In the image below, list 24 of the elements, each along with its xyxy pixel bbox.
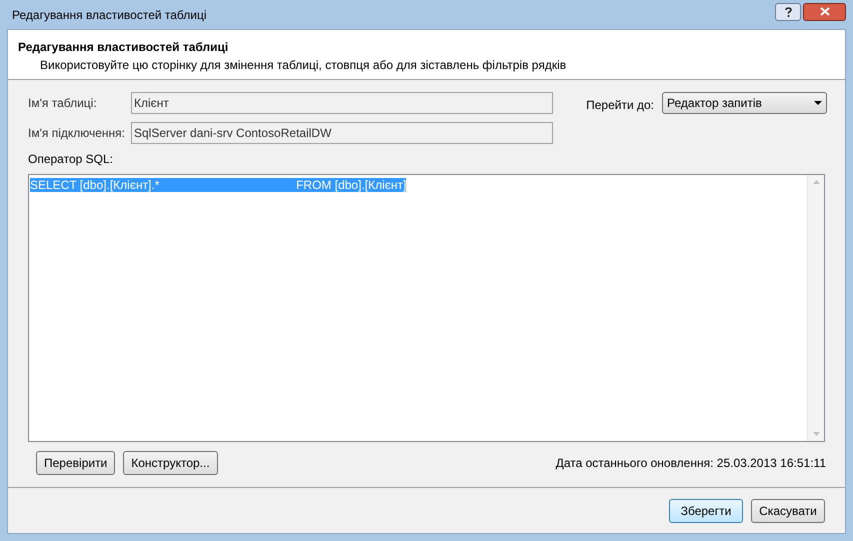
caret-icon (814, 101, 822, 105)
scroll-up-icon (812, 180, 820, 184)
scrollbar[interactable] (807, 175, 824, 441)
dialog-button[interactable]: Скасувати (751, 498, 825, 522)
field-label: Ім'я підключення: (28, 125, 126, 142)
goto-label: Перейти до: (586, 97, 654, 114)
close-icon (820, 7, 830, 16)
sql-text: SELECT [dbo].[Клієнт].* FROM [dbo].[Клієнт] (30, 178, 406, 192)
goto-dropdown[interactable]: Редактор запитів (662, 92, 827, 114)
window-title: Редагування властивостей таблиці (12, 6, 207, 24)
sql-label: Оператор SQL: (28, 151, 114, 168)
dialog-button[interactable]: Зберегти (669, 498, 743, 522)
help-button[interactable] (775, 2, 801, 20)
help-icon (784, 6, 792, 16)
tool-button[interactable]: Конструктор... (123, 451, 218, 475)
read-only-field[interactable]: SqlServer dani-srv ContosoRetailDW (131, 122, 553, 144)
tool-button[interactable]: Перевірити (36, 451, 116, 475)
page-title: Редагування властивостей таблиці (18, 39, 230, 56)
page-description: Використовуйте цю сторінку для змінення таблиці, стовпця або для зіставлень фільтрів рядків (39, 57, 568, 74)
field-label: Ім'я таблиці: (28, 95, 98, 112)
read-only-field[interactable]: Клієнт (131, 92, 553, 114)
scroll-down-icon (812, 432, 820, 436)
close-button[interactable] (803, 2, 846, 20)
last-updated-text: Дата останнього оновлення: 25.03.2013 16:51:11 (556, 455, 826, 472)
